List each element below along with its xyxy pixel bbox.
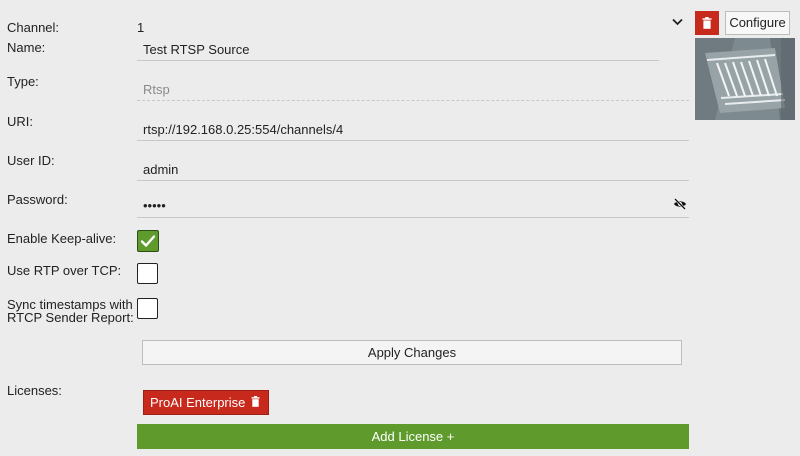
uri-label: URI: <box>7 114 33 129</box>
uri-field[interactable]: rtsp://192.168.0.25:554/channels/4 <box>137 116 689 141</box>
sync-timestamps-checkbox[interactable] <box>137 298 158 319</box>
type-label: Type: <box>7 74 39 89</box>
trash-icon[interactable] <box>251 390 260 415</box>
license-chip[interactable]: ProAI Enterprise <box>143 390 270 415</box>
name-label: Name: <box>7 40 46 55</box>
channel-value: 1 <box>137 20 145 35</box>
license-chip-label: ProAI Enterprise <box>150 395 246 410</box>
uri-value: rtsp://192.168.0.25:554/channels/4 <box>143 122 344 137</box>
name-field[interactable]: Test RTSP Source <box>137 36 659 61</box>
name-value: Test RTSP Source <box>143 42 250 57</box>
chevron-down-icon[interactable] <box>672 14 683 29</box>
password-label: Password: <box>7 192 68 207</box>
apply-changes-button[interactable]: Apply Changes <box>142 340 682 365</box>
eye-slash-icon[interactable] <box>673 198 687 213</box>
password-value: ••••• <box>143 198 166 213</box>
user-id-field[interactable]: admin <box>137 156 689 181</box>
camera-preview-thumbnail[interactable] <box>695 38 795 120</box>
add-license-button[interactable]: Add License + <box>137 424 689 449</box>
rtp-over-tcp-label: Use RTP over TCP: <box>7 263 122 278</box>
password-field[interactable]: ••••• <box>137 193 689 218</box>
trash-icon <box>702 17 712 29</box>
type-field: Rtsp <box>137 76 689 101</box>
sync-timestamps-label-line2: RTCP Sender Report: <box>7 310 134 325</box>
rtp-over-tcp-checkbox[interactable] <box>137 263 158 284</box>
user-id-value: admin <box>143 162 179 177</box>
type-value: Rtsp <box>143 82 170 97</box>
licenses-label: Licenses: <box>7 383 62 398</box>
delete-source-button[interactable] <box>695 11 719 35</box>
user-id-label: User ID: <box>7 153 55 168</box>
configure-button[interactable]: Configure <box>725 11 790 35</box>
channel-label: Channel: <box>7 20 60 35</box>
keep-alive-label: Enable Keep-alive: <box>7 231 117 246</box>
keep-alive-checkbox[interactable] <box>137 230 159 252</box>
checkmark-icon <box>140 235 156 247</box>
